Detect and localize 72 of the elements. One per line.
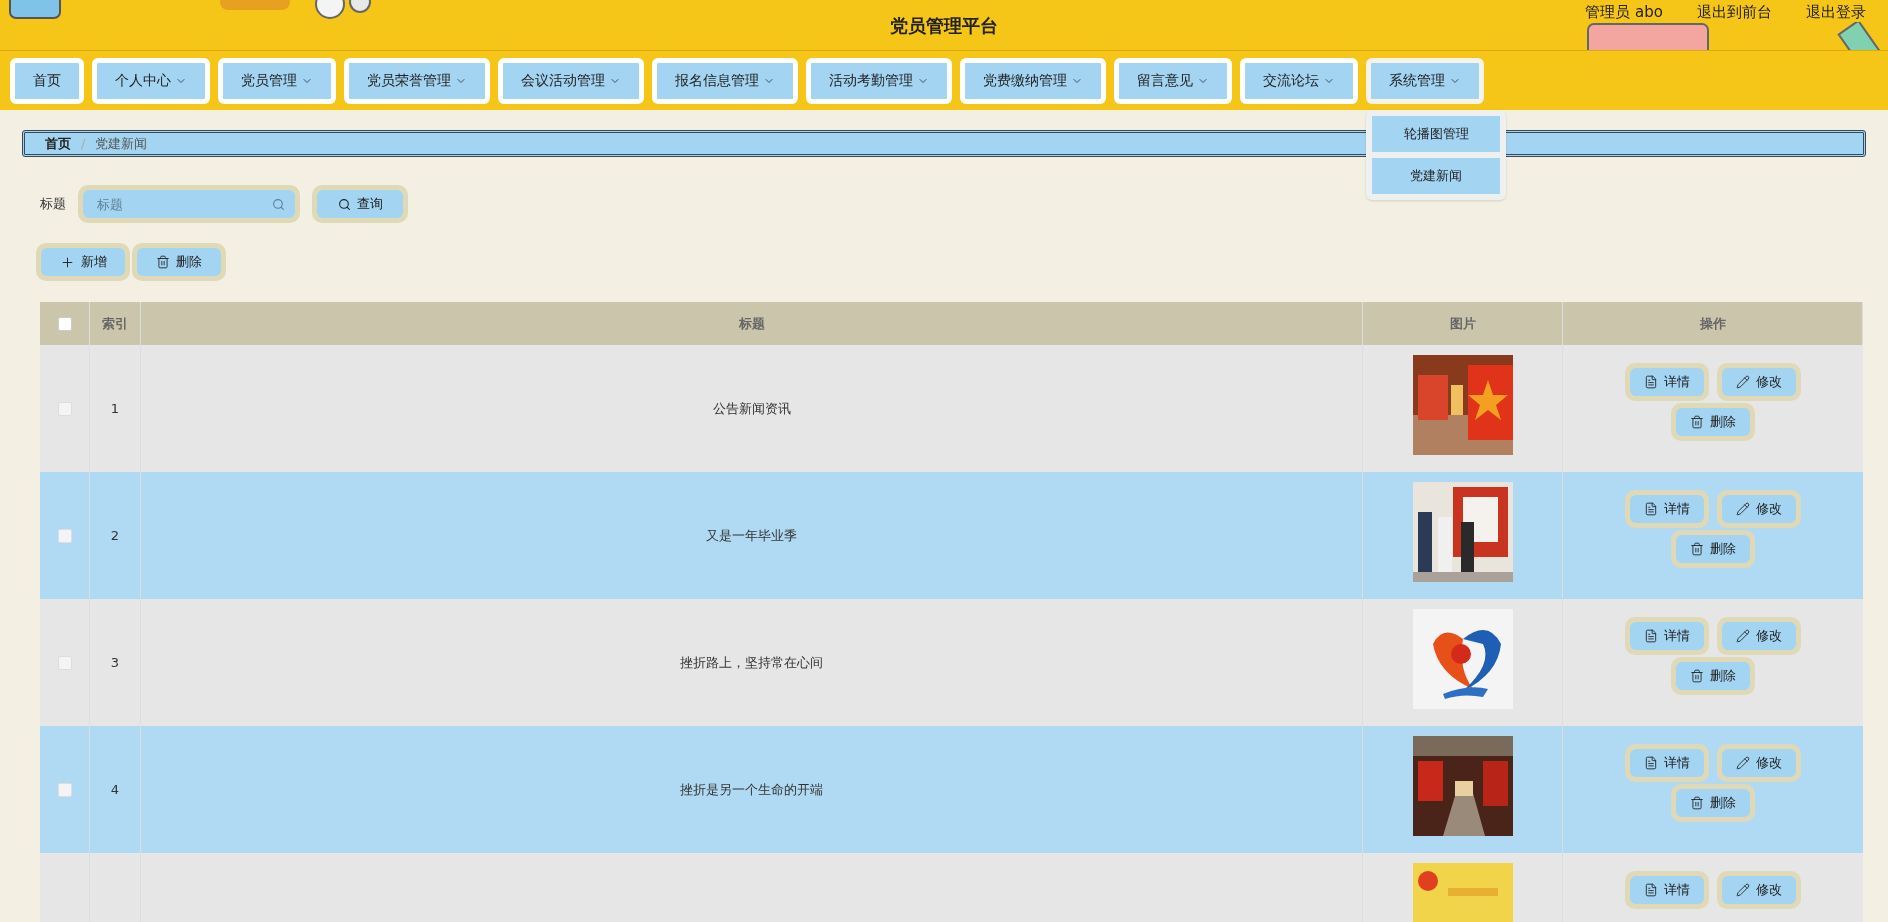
nav-item[interactable]: 党员管理 xyxy=(218,57,336,104)
document-icon xyxy=(1644,375,1658,389)
plus-icon xyxy=(59,254,75,270)
title-cell-text: 又是一年毕业季 xyxy=(706,526,797,545)
nav-item[interactable]: 个人中心 xyxy=(92,57,210,104)
nav-item[interactable]: 系统管理 xyxy=(1366,57,1484,104)
details-button[interactable]: 详情 xyxy=(1630,876,1704,904)
delete-button[interactable]: 删除 xyxy=(1676,789,1750,817)
menu-item[interactable]: 轮播图管理 xyxy=(1372,115,1500,152)
trash-icon xyxy=(1690,796,1704,810)
nav-item[interactable]: 活动考勤管理 xyxy=(806,57,952,104)
edit-button[interactable]: 修改 xyxy=(1722,495,1796,523)
header-link[interactable]: 退出登录 xyxy=(1806,1,1866,24)
row-checkbox[interactable] xyxy=(57,782,72,797)
nav-item[interactable]: 报名信息管理 xyxy=(652,57,798,104)
pencil-icon xyxy=(1736,883,1750,897)
nav-item[interactable]: 党费缴纳管理 xyxy=(960,57,1106,104)
delete-button[interactable]: 删除 xyxy=(137,248,221,276)
header-link[interactable]: 退出到前台 xyxy=(1697,1,1772,24)
select-all-checkbox[interactable] xyxy=(57,316,72,331)
document-icon xyxy=(1644,502,1658,516)
search-icon xyxy=(272,198,285,211)
edit-button[interactable]: 修改 xyxy=(1722,876,1796,904)
breadcrumb-item[interactable]: 首页 xyxy=(45,133,71,154)
index-cell-text: 2 xyxy=(110,526,120,545)
menu-item[interactable]: 党建新闻 xyxy=(1372,157,1500,194)
title-cell-text: 挫折是另一个生命的开端 xyxy=(680,780,823,799)
row-checkbox[interactable] xyxy=(57,528,72,543)
column-header: 标题 xyxy=(738,314,765,333)
user-label: 管理员 abo xyxy=(1585,2,1663,23)
nav-item[interactable]: 留言意见 xyxy=(1114,57,1232,104)
delete-button[interactable]: 删除 xyxy=(1676,408,1750,436)
delete-button[interactable]: 删除 xyxy=(1676,535,1750,563)
add-button[interactable]: 新增 xyxy=(41,248,125,276)
document-icon xyxy=(1644,883,1658,897)
nav-item[interactable]: 交流论坛 xyxy=(1240,57,1358,104)
column-header: 图片 xyxy=(1449,314,1476,333)
index-cell-text: 1 xyxy=(110,399,120,418)
title-cell-text: 挫折路上，坚持常在心间 xyxy=(680,653,823,672)
column-header: 索引 xyxy=(102,314,128,333)
nav-item[interactable]: 首页 xyxy=(10,57,84,104)
pencil-icon xyxy=(1736,629,1750,643)
pencil-icon xyxy=(1736,375,1750,389)
trash-icon xyxy=(1690,542,1704,556)
details-button[interactable]: 详情 xyxy=(1630,622,1704,650)
title-cell-text: 公告新闻资讯 xyxy=(712,399,791,418)
nav-item[interactable]: 会议活动管理 xyxy=(498,57,644,104)
document-icon xyxy=(1644,629,1658,643)
trash-icon xyxy=(156,255,170,269)
search-button[interactable]: 查询 xyxy=(317,190,403,218)
trash-icon xyxy=(1690,415,1704,429)
edit-button[interactable]: 修改 xyxy=(1722,749,1796,777)
search-icon xyxy=(337,197,351,211)
trash-icon xyxy=(1690,669,1704,683)
edit-button[interactable]: 修改 xyxy=(1722,622,1796,650)
app-title: 党员管理平台 xyxy=(890,13,998,38)
edit-button[interactable]: 修改 xyxy=(1722,368,1796,396)
breadcrumb-item[interactable]: 党建新闻 xyxy=(95,133,148,154)
breadcrumb-separator: / xyxy=(81,134,86,153)
field-label: 标题 xyxy=(40,195,66,214)
search-field[interactable]: 标题 xyxy=(83,190,295,218)
index-cell-text: 4 xyxy=(110,780,120,799)
details-button[interactable]: 详情 xyxy=(1630,495,1704,523)
document-icon xyxy=(1644,756,1658,770)
delete-button[interactable]: 删除 xyxy=(1676,662,1750,690)
pencil-icon xyxy=(1736,756,1750,770)
pencil-icon xyxy=(1736,502,1750,516)
details-button[interactable]: 详情 xyxy=(1630,368,1704,396)
column-header: 操作 xyxy=(1699,314,1726,333)
nav-item[interactable]: 党员荣誉管理 xyxy=(344,57,490,104)
index-cell-text: 3 xyxy=(110,653,120,672)
details-button[interactable]: 详情 xyxy=(1630,749,1704,777)
